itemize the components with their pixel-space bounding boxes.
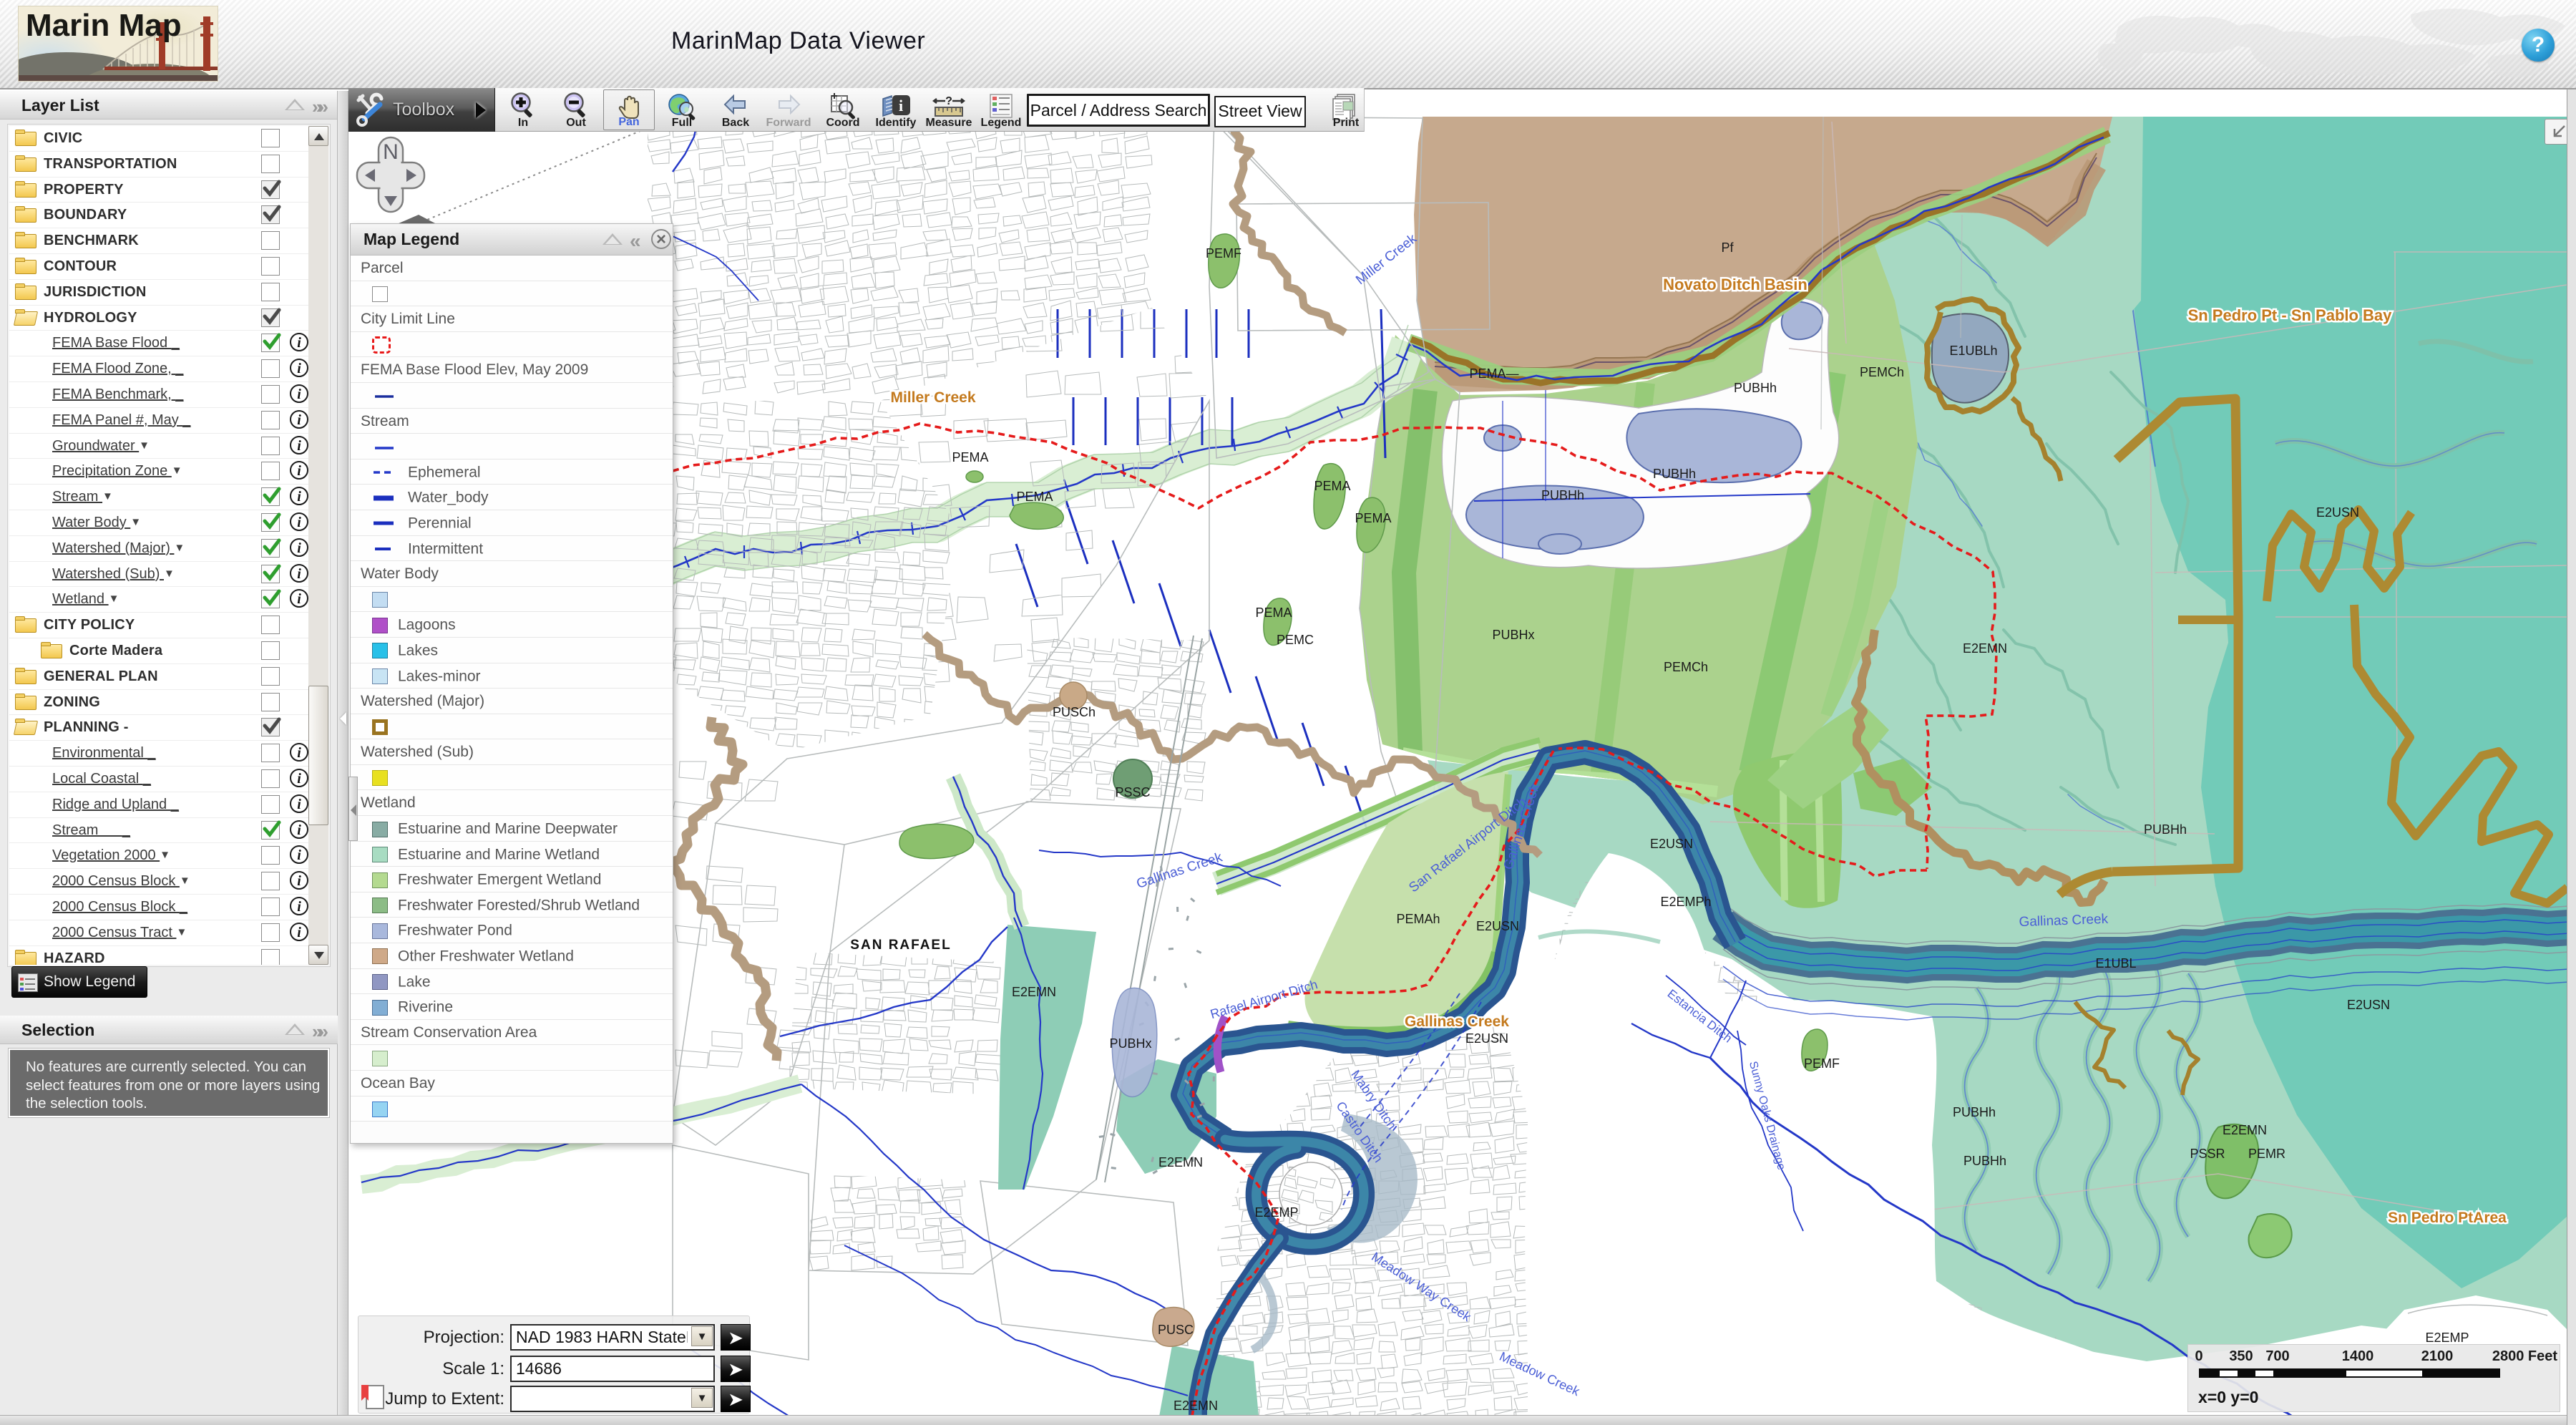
svg-text:PUSC: PUSC — [1158, 1323, 1194, 1337]
svg-text:PEMCh: PEMCh — [1664, 660, 1708, 674]
svg-text:PEMA: PEMA — [1355, 511, 1391, 525]
svg-text:PUBHh: PUBHh — [1963, 1154, 2006, 1168]
svg-text:Miller Creek: Miller Creek — [890, 389, 975, 406]
svg-text:PEMA: PEMA — [1255, 605, 1292, 620]
svg-text:Gallinas Creek: Gallinas Creek — [1405, 1013, 1509, 1030]
svg-text:E2EMN: E2EMN — [2223, 1123, 2267, 1137]
svg-text:PEMA: PEMA — [1016, 490, 1053, 504]
svg-text:PEMAh: PEMAh — [1396, 912, 1440, 926]
svg-text:E2EMP: E2EMP — [1254, 1205, 1298, 1220]
svg-text:E1UBLh: E1UBLh — [1949, 344, 1997, 358]
svg-text:E2EMN: E2EMN — [1963, 641, 2007, 656]
svg-text:PSSC: PSSC — [1115, 785, 1150, 799]
svg-text:PEMF: PEMF — [1206, 246, 1241, 261]
svg-text:PEMA: PEMA — [952, 450, 988, 465]
svg-text:E2EMPh: E2EMPh — [1660, 895, 1711, 909]
svg-text:PEMA—: PEMA— — [1469, 366, 1518, 381]
svg-text:Pf: Pf — [1721, 240, 1734, 255]
svg-text:Sn Pedro Pt - Sn Pablo Bay: Sn Pedro Pt - Sn Pablo Bay — [2188, 306, 2393, 324]
svg-text:Sn Pedro PtArea: Sn Pedro PtArea — [2388, 1210, 2507, 1226]
svg-text:E2USN: E2USN — [1650, 837, 1693, 851]
svg-text:Novato Ditch Basin: Novato Ditch Basin — [1663, 276, 1807, 293]
svg-text:E2USN: E2USN — [2347, 998, 2390, 1012]
svg-text:E2USN: E2USN — [1465, 1031, 1508, 1046]
svg-text:PUBHh: PUBHh — [1541, 488, 1584, 502]
svg-text:PSSR: PSSR — [2190, 1147, 2225, 1161]
svg-text:PUBHx: PUBHx — [1492, 628, 1534, 642]
svg-text:i: i — [899, 97, 903, 115]
svg-text:?: ? — [945, 95, 952, 107]
svg-text:PEMR: PEMR — [2248, 1147, 2285, 1161]
svg-text:PUBHh: PUBHh — [1653, 467, 1696, 481]
svg-text:PEMA: PEMA — [1314, 479, 1350, 493]
svg-text:PUBHh: PUBHh — [1953, 1105, 1996, 1119]
svg-text:E1UBL: E1UBL — [2095, 956, 2136, 971]
svg-text:PEMF: PEMF — [1804, 1056, 1840, 1071]
svg-text:Gallinas Creek: Gallinas Creek — [2019, 912, 2109, 930]
svg-text:E2EMN: E2EMN — [1158, 1155, 1203, 1169]
svg-text:E2USN: E2USN — [1476, 919, 1519, 933]
svg-text:PUBHx: PUBHx — [1109, 1036, 1151, 1051]
svg-text:N: N — [383, 140, 399, 164]
svg-text:PUBHh: PUBHh — [1734, 381, 1777, 395]
svg-text:PUSCh: PUSCh — [1053, 705, 1096, 719]
svg-text:E2EMP: E2EMP — [2425, 1331, 2469, 1345]
svg-text:SAN RAFAEL: SAN RAFAEL — [850, 938, 951, 953]
svg-text:E2EMN: E2EMN — [1012, 985, 1056, 999]
svg-text:PEMC: PEMC — [1277, 633, 1314, 647]
svg-text:PEMCh: PEMCh — [1860, 365, 1904, 379]
svg-text:PUBHh: PUBHh — [2144, 822, 2187, 837]
svg-text:E2USN: E2USN — [2316, 505, 2359, 520]
svg-text:E2EMN: E2EMN — [1174, 1399, 1218, 1413]
